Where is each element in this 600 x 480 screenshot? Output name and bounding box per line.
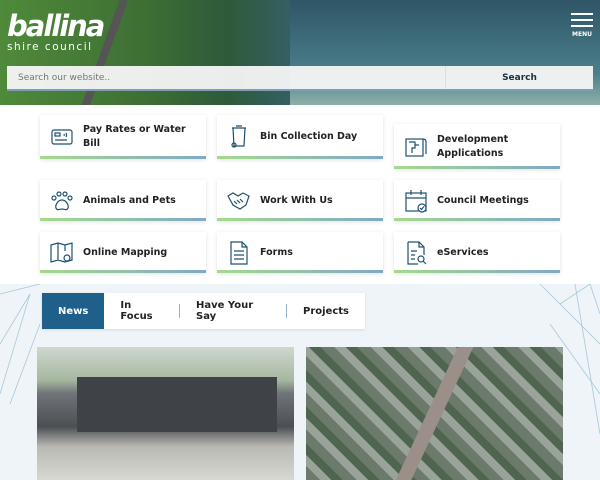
quick-link-label: Online Mapping: [83, 246, 168, 258]
quick-link-eservices[interactable]: eServices: [394, 232, 560, 273]
quick-link-pay-rates-or-water-bill[interactable]: Pay Rates or Water Bill: [40, 115, 206, 159]
logo-main: ballina: [7, 9, 105, 43]
tab-news[interactable]: News: [42, 293, 105, 329]
paw-icon: [51, 190, 73, 210]
calendar-check-icon: [405, 189, 427, 213]
menu-label: MENU: [572, 31, 592, 38]
search-bar: Search: [7, 66, 593, 91]
road-shape: [388, 347, 478, 480]
quick-link-label: Forms: [260, 246, 293, 258]
quick-link-label: eServices: [437, 246, 489, 258]
handshake-icon: [227, 191, 250, 210]
quick-link-work-with-us[interactable]: Work With Us: [217, 180, 383, 221]
news-image-depot[interactable]: [37, 347, 294, 480]
quick-link-development-applications[interactable]: Development Applications: [394, 124, 560, 169]
document-search-icon: [407, 240, 427, 265]
quick-link-label: Development Applications: [437, 133, 509, 159]
blueprint-icon: [405, 137, 427, 157]
quick-link-animals-and-pets[interactable]: Animals and Pets: [40, 180, 206, 221]
quick-link-council-meetings[interactable]: Council Meetings: [394, 180, 560, 221]
quick-link-label: Council Meetings: [437, 194, 529, 206]
quick-link-bin-collection-day[interactable]: Bin Collection Day: [217, 115, 383, 159]
credit-card-icon: [51, 129, 73, 145]
news-tabs: News In Focus Have Your Say Projects: [42, 293, 365, 329]
quick-link-label: Work With Us: [260, 194, 333, 206]
quick-link-label: Pay Rates or Water Bill: [83, 124, 186, 149]
building-shape: [77, 377, 277, 432]
search-input[interactable]: [7, 66, 445, 89]
logo[interactable]: ballina shire council: [7, 9, 105, 54]
quick-link-label: Bin Collection Day: [260, 131, 358, 142]
quick-link-online-mapping[interactable]: Online Mapping: [40, 232, 206, 273]
hamburger-icon-bar: [571, 25, 593, 27]
wheelie-bin-icon: [231, 125, 246, 148]
news-image-aerial-map[interactable]: [306, 347, 563, 480]
tab-have-your-say[interactable]: Have Your Say: [180, 293, 286, 329]
menu-button[interactable]: MENU: [571, 13, 593, 38]
logo-sub: shire council: [7, 41, 93, 53]
quick-link-forms[interactable]: Forms: [217, 232, 383, 273]
map-pin-icon: [50, 241, 73, 263]
quick-link-label: Animals and Pets: [83, 194, 176, 206]
document-icon: [230, 240, 248, 265]
tab-in-focus[interactable]: In Focus: [104, 293, 179, 329]
hamburger-icon: [571, 13, 593, 15]
hamburger-icon-bar: [571, 19, 593, 21]
tab-projects[interactable]: Projects: [287, 293, 365, 329]
search-button[interactable]: Search: [445, 66, 593, 89]
